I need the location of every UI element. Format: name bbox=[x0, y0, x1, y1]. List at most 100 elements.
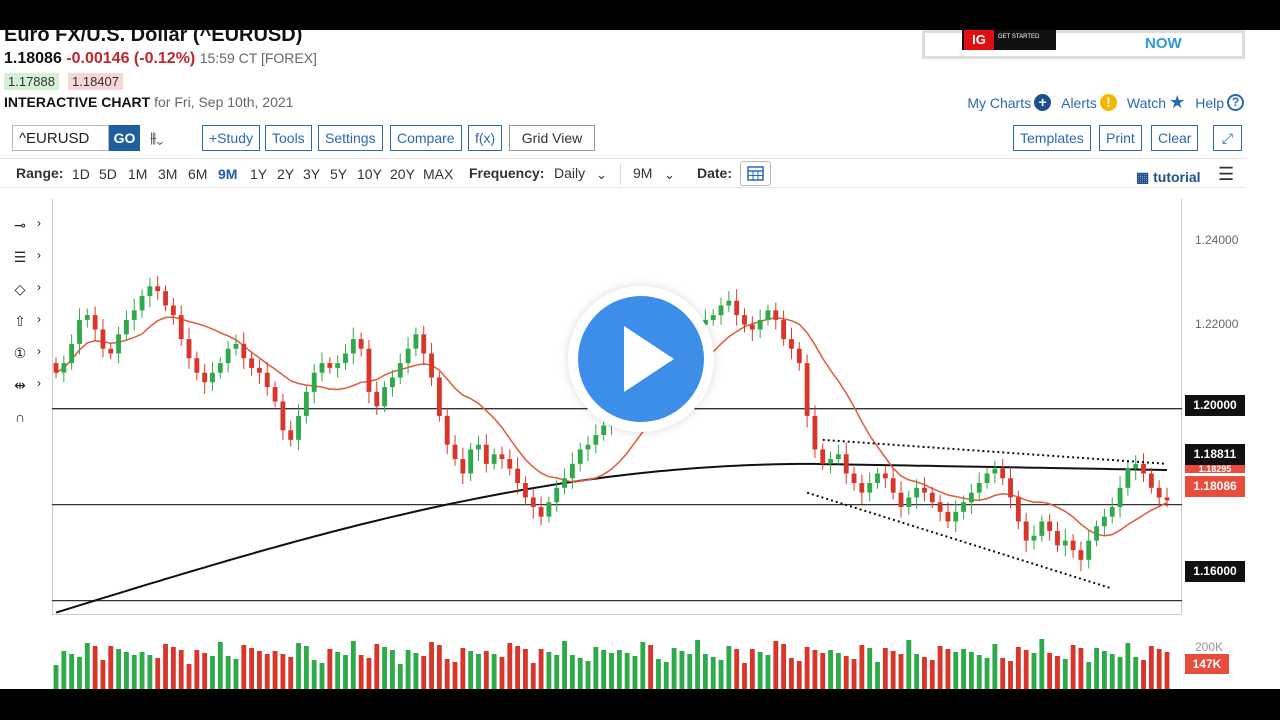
range-option-1d[interactable]: 1D bbox=[72, 166, 90, 182]
chart-type-dropdown[interactable]: ⫵⌄ bbox=[150, 129, 163, 146]
candle-body bbox=[335, 363, 341, 368]
range-option-10y[interactable]: 10Y bbox=[357, 166, 382, 182]
volume-bar bbox=[436, 645, 442, 689]
ig-logo: IG bbox=[964, 30, 994, 50]
candle-body bbox=[1125, 468, 1131, 488]
range-option-1y[interactable]: 1Y bbox=[250, 166, 267, 182]
ad-cta[interactable]: NOW bbox=[1145, 35, 1182, 52]
compare-button[interactable]: Compare bbox=[390, 125, 462, 151]
alerts-link[interactable]: Alerts ! bbox=[1061, 94, 1117, 111]
help-link[interactable]: Help ? bbox=[1195, 94, 1244, 111]
ad-banner[interactable]: IG GET STARTED NOW bbox=[922, 30, 1245, 59]
volume-bar bbox=[961, 649, 967, 689]
candle-body bbox=[468, 449, 474, 474]
video-play-button[interactable] bbox=[568, 286, 714, 432]
magnet-tool[interactable]: ∩ bbox=[6, 406, 48, 430]
candle-body bbox=[303, 391, 309, 416]
menu-icon[interactable]: ☰ bbox=[1218, 164, 1234, 185]
candle-body bbox=[108, 348, 114, 354]
annotation-tool[interactable]: ① › bbox=[6, 342, 48, 366]
chevron-right-icon: › bbox=[37, 312, 41, 326]
calendar-icon bbox=[747, 166, 764, 181]
range-option-max[interactable]: MAX bbox=[423, 166, 453, 182]
volume-bar bbox=[890, 651, 896, 689]
arrow-tool[interactable]: ⇧ › bbox=[6, 310, 48, 334]
volume-bar bbox=[765, 655, 771, 689]
range-option-5d[interactable]: 5D bbox=[99, 166, 117, 182]
volume-bar bbox=[820, 653, 826, 689]
study-button[interactable]: +Study bbox=[202, 125, 260, 151]
range-option-2y[interactable]: 2Y bbox=[277, 166, 294, 182]
range-option-3m[interactable]: 3M bbox=[158, 166, 177, 182]
range-option-9m[interactable]: 9M bbox=[218, 166, 237, 182]
range-option-6m[interactable]: 6M bbox=[188, 166, 207, 182]
expand-icon: ⤢ bbox=[1221, 130, 1234, 146]
range-option-5y[interactable]: 5Y bbox=[330, 166, 347, 182]
clear-button[interactable]: Clear bbox=[1151, 125, 1199, 151]
volume-bar bbox=[679, 651, 685, 689]
volume-bar bbox=[170, 647, 176, 689]
symbol-input[interactable] bbox=[12, 125, 109, 151]
candle-body bbox=[413, 334, 419, 349]
range-option-3y[interactable]: 3Y bbox=[303, 166, 320, 182]
tutorial-link[interactable]: ▦ tutorial bbox=[1136, 169, 1201, 186]
watch-link[interactable]: Watch ★ bbox=[1127, 92, 1185, 113]
volume-bar bbox=[616, 650, 622, 689]
fib-tool[interactable]: ☰ › bbox=[6, 246, 48, 270]
volume-bar bbox=[92, 646, 98, 689]
candle-body bbox=[945, 511, 951, 522]
expand-button[interactable]: ⤢ bbox=[1213, 125, 1242, 151]
volume-bar bbox=[828, 650, 833, 689]
settings-button[interactable]: Settings bbox=[318, 125, 383, 151]
volume-bar bbox=[374, 644, 380, 689]
volume-bar bbox=[421, 656, 427, 689]
volume-bar bbox=[718, 660, 724, 689]
volume-bar bbox=[882, 648, 888, 689]
range-option-1m[interactable]: 1M bbox=[128, 166, 147, 182]
trendline-upper bbox=[822, 438, 1168, 465]
volume-bar bbox=[468, 651, 474, 689]
candle-body bbox=[202, 372, 208, 383]
candle-body bbox=[718, 305, 724, 316]
measure-tool[interactable]: ⇹ › bbox=[6, 374, 48, 398]
volume-bar bbox=[256, 651, 262, 689]
candle-body bbox=[1015, 497, 1021, 522]
range-option-20y[interactable]: 20Y bbox=[390, 166, 415, 182]
fx-button[interactable]: f(x) bbox=[468, 125, 503, 151]
tutorial-label: tutorial bbox=[1153, 169, 1201, 185]
templates-button[interactable]: Templates bbox=[1013, 125, 1091, 151]
candle-body bbox=[1156, 487, 1162, 498]
volume-bar bbox=[757, 652, 763, 689]
shape-tool[interactable]: ◇ › bbox=[6, 278, 48, 302]
calendar-button[interactable] bbox=[740, 161, 771, 186]
period-dropdown[interactable]: 9M bbox=[633, 165, 652, 181]
volume-bar bbox=[139, 652, 145, 689]
volume-bar bbox=[335, 652, 341, 689]
candle-body bbox=[992, 468, 998, 474]
volume-bar bbox=[53, 665, 59, 689]
volume-bar bbox=[382, 647, 388, 689]
candle-body bbox=[366, 348, 372, 392]
candle-body bbox=[773, 310, 779, 320]
candle-body bbox=[875, 473, 880, 484]
volume-bar bbox=[1031, 653, 1037, 689]
grid-view-button[interactable]: Grid View bbox=[509, 125, 595, 151]
volume-bar bbox=[569, 655, 575, 689]
print-button[interactable]: Print bbox=[1099, 125, 1142, 151]
quote-time: 15:59 CT [FOREX] bbox=[199, 50, 317, 66]
line-tool[interactable]: ⊸ › bbox=[6, 214, 48, 238]
go-button[interactable]: GO bbox=[109, 125, 140, 151]
volume-chart[interactable] bbox=[52, 618, 1182, 689]
price-label-resistance: 1.18811 bbox=[1185, 444, 1245, 465]
volume-bar bbox=[429, 642, 434, 689]
frequency-dropdown[interactable]: Daily bbox=[554, 165, 585, 181]
candle-body bbox=[170, 305, 176, 316]
alerts-label: Alerts bbox=[1061, 94, 1097, 111]
candle-body bbox=[429, 353, 434, 378]
tools-button[interactable]: Tools bbox=[265, 125, 312, 151]
volume-bar bbox=[1148, 646, 1154, 689]
my-charts-link[interactable]: My Charts + bbox=[967, 94, 1052, 111]
candle-body bbox=[538, 507, 544, 517]
y-tick: 1.24000 bbox=[1195, 233, 1239, 247]
candle-body bbox=[953, 511, 959, 522]
